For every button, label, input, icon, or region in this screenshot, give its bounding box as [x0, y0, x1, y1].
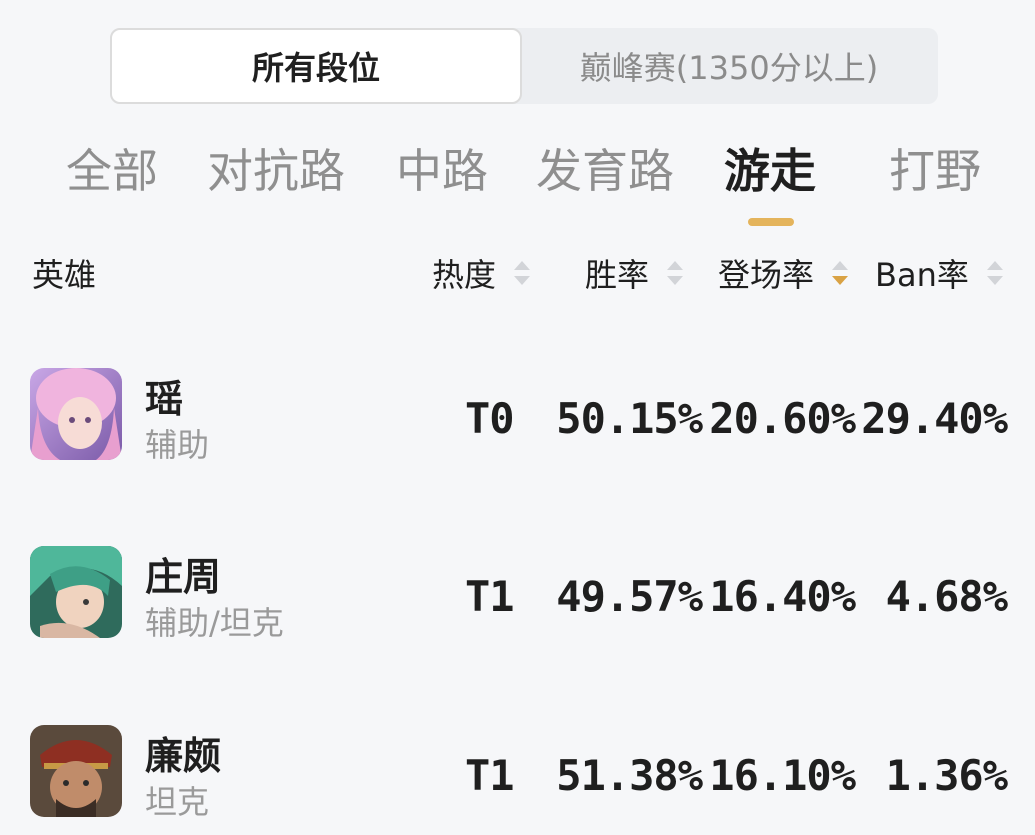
table-header: 英雄 热度 胜率 登场率 Ban率 [0, 250, 1035, 300]
hero-name: 廉颇 [145, 734, 222, 778]
hero-avatar [30, 368, 122, 460]
tab-roam[interactable]: 游走 [724, 135, 816, 201]
table-row[interactable]: 瑶 辅助 T0 50.15% 20.60% 29.40% [0, 368, 1035, 478]
tab-all[interactable]: 全部 [66, 135, 158, 201]
table-row[interactable]: 庄周 辅助/坦克 T1 49.57% 16.40% 4.68% [0, 546, 1035, 656]
sort-icon [514, 261, 531, 285]
header-ban-rate[interactable]: Ban率 [875, 250, 1003, 296]
ban-rate-value: 4.68% [885, 572, 1008, 621]
header-hero: 英雄 [32, 256, 97, 294]
tier-value: T1 [465, 572, 515, 621]
header-heat-label: 热度 [432, 256, 497, 294]
header-heat[interactable]: 热度 [432, 250, 531, 296]
tier-value: T0 [465, 394, 515, 443]
hero-role: 辅助/坦克 [145, 604, 284, 642]
tab-jungle[interactable]: 打野 [889, 135, 981, 201]
hero-portrait-icon [30, 725, 122, 817]
hero-portrait-icon [30, 546, 122, 638]
ban-rate-value: 1.36% [885, 751, 1008, 800]
rank-segmented-control: 所有段位 巅峰赛(1350分以上) [110, 28, 938, 104]
segment-peak[interactable]: 巅峰赛(1350分以上) [522, 28, 936, 104]
sort-descending-icon [832, 261, 849, 285]
hero-avatar [30, 725, 122, 817]
tab-farm-lane[interactable]: 发育路 [536, 135, 674, 201]
pick-rate-value: 20.60% [709, 394, 856, 443]
header-win-rate-label: 胜率 [585, 256, 650, 294]
role-tabs: 全部 对抗路 中路 发育路 游走 打野 [0, 135, 1035, 230]
pick-rate-value: 16.40% [709, 572, 856, 621]
sort-icon [667, 261, 684, 285]
ban-rate-value: 29.40% [861, 394, 1008, 443]
hero-name: 瑶 [145, 377, 184, 421]
win-rate-value: 49.57% [556, 572, 703, 621]
table-row[interactable]: 廉颇 坦克 T1 51.38% 16.10% 1.36% [0, 725, 1035, 835]
hero-role: 坦克 [145, 783, 210, 821]
win-rate-value: 50.15% [556, 394, 703, 443]
active-tab-indicator [748, 218, 794, 226]
sort-icon [986, 261, 1003, 285]
win-rate-value: 51.38% [556, 751, 703, 800]
tab-mid-lane[interactable]: 中路 [396, 135, 488, 201]
hero-avatar [30, 546, 122, 638]
header-win-rate[interactable]: 胜率 [585, 250, 684, 296]
segment-all-ranks[interactable]: 所有段位 [110, 28, 522, 104]
header-ban-rate-label: Ban率 [875, 256, 969, 294]
hero-role: 辅助 [145, 426, 210, 464]
hero-name: 庄周 [145, 555, 222, 599]
header-pick-rate-label: 登场率 [718, 256, 815, 294]
tier-value: T1 [465, 751, 515, 800]
pick-rate-value: 16.10% [709, 751, 856, 800]
tab-clash-lane[interactable]: 对抗路 [207, 135, 345, 201]
hero-portrait-icon [30, 368, 122, 460]
header-pick-rate[interactable]: 登场率 [718, 250, 849, 296]
